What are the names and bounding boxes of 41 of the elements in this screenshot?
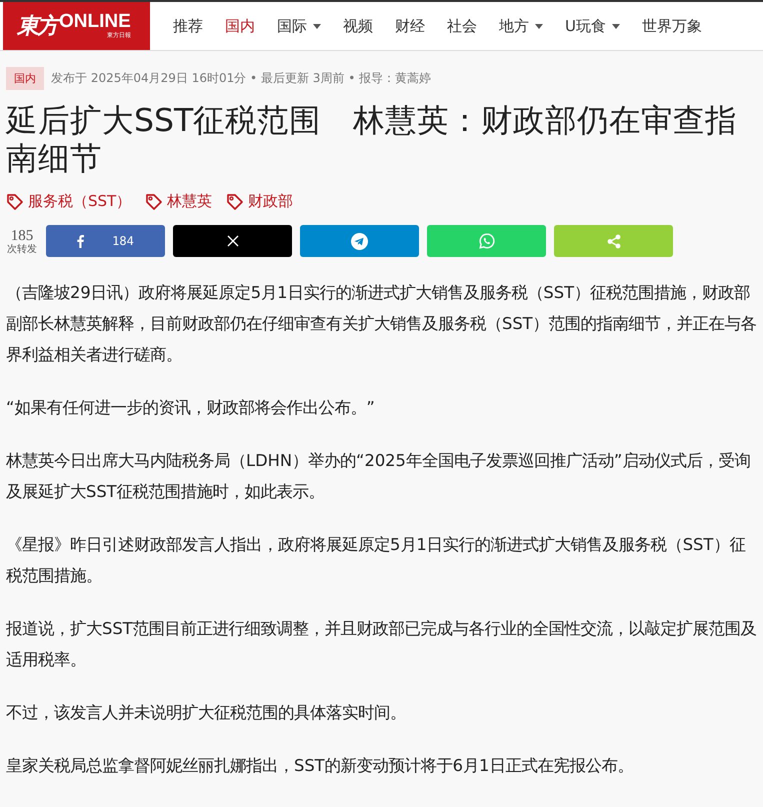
tag-link[interactable]: 财政部 — [226, 192, 294, 211]
nav-item[interactable]: U玩食 — [554, 16, 631, 36]
x-share-button[interactable] — [173, 225, 292, 257]
article-paragraph: “如果有任何进一步的资讯，财政部将会作出公布。” — [6, 397, 376, 419]
nav-item[interactable]: 社会 — [436, 16, 488, 36]
article-paragraph: 《星报》昨日引述财政部发言人指出，政府将展延原定5月1日实行的渐进式扩大销售及服务税（SST）征税范围措施。 — [6, 534, 746, 587]
nav-item[interactable]: 国内 — [214, 16, 266, 36]
article-paragraph: 报道说，扩大SST范围目前正进行细致调整，并且财政部已完成与各行业的全国性交流，以敲定扩展范围及适用税率。 — [6, 618, 757, 671]
share-count-label: 次转发 — [7, 244, 37, 254]
category-badge[interactable]: 国内 — [6, 67, 44, 90]
share-count: 185 — [10, 228, 34, 244]
share-icon — [606, 234, 620, 248]
share-share-button[interactable] — [554, 225, 673, 257]
logo-text: ONLINE — [59, 12, 131, 32]
nav-item[interactable]: 财经 — [384, 16, 436, 36]
tag-icon — [6, 192, 24, 210]
telegram-share-button[interactable] — [300, 225, 419, 257]
article-paragraph: （吉隆坡29日讯）政府将展延原定5月1日实行的渐进式扩大销售及服务税（SST）征税范围措施，财政部副部长林慧英解释，目前财政部仍在仔细审查有关扩大销售及服务税（SST）范围的指南细节，并正在与各界利益相关者进行磋商。 — [6, 282, 757, 366]
nav-item[interactable]: 世界万象 — [630, 16, 713, 36]
nav-item[interactable]: 地方 — [488, 16, 554, 36]
tag-icon — [145, 192, 164, 210]
caret-icon — [313, 24, 321, 28]
tag-link[interactable]: 服务税（SST） — [6, 192, 132, 211]
nav-item[interactable]: 国际 — [266, 16, 332, 36]
tag-icon — [226, 192, 244, 210]
facebook-share-button[interactable]: 184 — [46, 225, 165, 257]
article-title: 延后扩大SST征税范围 林慧英：财政部仍在审查指南细节 — [6, 102, 738, 178]
tag-link[interactable]: 林慧英 — [145, 192, 212, 211]
nav-item[interactable]: 视频 — [332, 16, 384, 36]
whatsapp-share-button[interactable] — [427, 225, 546, 257]
paper-plane-icon — [351, 232, 368, 250]
caret-icon — [612, 24, 620, 28]
article-meta: 发布于 2025年04月29日 16时01分 • 最后更新 3周前 • 报导：黄蒿婷 — [51, 70, 432, 87]
x-icon — [226, 235, 238, 247]
article-paragraph: 皇家关税局总监拿督阿妮丝丽扎娜指出，SST的新变动预计将于6月1日正式在宪报公布。 — [6, 755, 634, 777]
article-paragraph: 林慧英今日出席大马内陆税务局（LDHN）举办的“2025年全国电子发票巡回推广活动”启动仪式后，受询及展延扩大SST征税范围措施时，如此表示。 — [6, 450, 752, 503]
article-paragraph: 不过，该发言人并未说明扩大征税范围的具体落实时间。 — [6, 702, 407, 724]
phone-bubble-icon — [478, 233, 494, 249]
facebook-icon — [77, 234, 84, 248]
nav-item[interactable]: 推荐 — [162, 16, 214, 36]
caret-icon — [535, 24, 543, 28]
